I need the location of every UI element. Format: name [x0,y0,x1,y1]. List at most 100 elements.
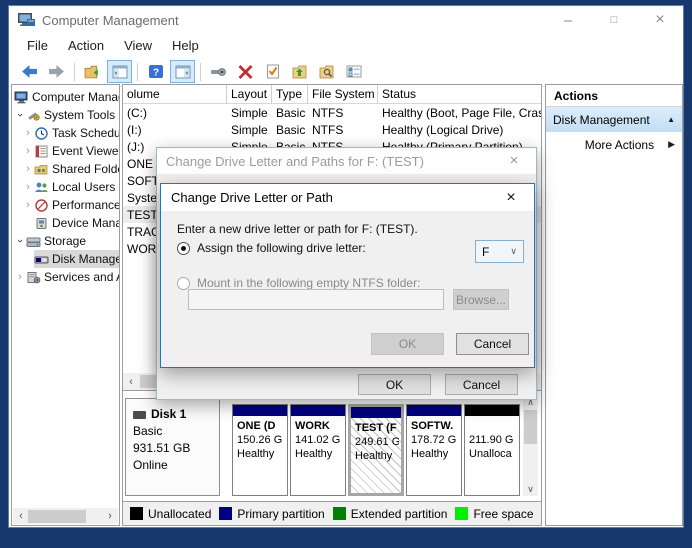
partition-name: TEST (F [355,422,397,434]
browse-button[interactable]: Browse... [453,289,509,310]
tree-item-shared-folders[interactable]: › Shared Folders [12,160,119,178]
dialog-title: Change Drive Letter or Path [171,190,333,205]
toolbar-check-document-button[interactable] [260,60,285,83]
disk-scrollbar-thumb[interactable] [524,410,537,444]
partition-name [469,419,517,433]
mount-path-input[interactable] [188,289,444,310]
column-header-file-system[interactable]: File System [308,85,378,104]
tree-item-disk-management[interactable]: Disk Management [12,250,119,268]
menu-help[interactable]: Help [162,38,209,53]
partition-block-work[interactable]: WORK 141.02 G Healthy [290,404,346,496]
expander-icon[interactable]: › [22,145,34,157]
toolbar-action-pane-button[interactable] [170,60,195,83]
expander-icon[interactable]: › [22,181,34,193]
tree-item-system-tools[interactable]: › System Tools [12,106,119,124]
disk-status: Online [133,458,168,472]
expander-icon[interactable]: › [22,127,34,139]
tree-item-label: Services and Applications [44,270,119,284]
tool-icon [211,68,226,76]
toolbar-folder-up-button[interactable] [287,60,312,83]
partition-block-test-selected[interactable]: TEST (F 249.61 G Healthy [348,404,404,496]
volume-row-i[interactable]: (I:) Simple Basic NTFS Healthy (Logical … [123,121,541,138]
expander-icon[interactable]: › [22,163,34,175]
partition-name: SOFTW. [411,420,454,432]
cancel-button[interactable]: Cancel [456,333,529,355]
partition-status: Healthy [237,448,275,460]
partition-block-unallocated[interactable]: 211.90 G Unalloca [464,404,520,496]
tree-item-computer-management[interactable]: Computer Management [12,88,119,106]
toolbar-console-tree-button[interactable] [107,60,132,83]
collapse-icon[interactable]: ▲ [667,115,675,124]
drive-letter-dropdown[interactable]: F ∨ [475,240,524,263]
dialog-cancel-button[interactable]: Cancel [445,374,518,395]
scroll-left-icon[interactable]: ‹ [123,376,139,388]
tree-item-storage[interactable]: › Storage [12,232,119,250]
more-actions-item[interactable]: More Actions ▶ [546,132,682,157]
dialog-title-bar: Change Drive Letter and Paths for F: (TE… [157,148,536,174]
expander-icon[interactable]: › [14,271,26,283]
volume-row-c[interactable]: (C:) Simple Basic NTFS Healthy (Boot, Pa… [123,104,541,121]
column-header-type[interactable]: Type [272,85,308,104]
toolbar-export-button[interactable] [80,60,105,83]
scroll-left-icon[interactable]: ‹ [13,510,29,522]
tree-item-local-users[interactable]: › Local Users and Groups [12,178,119,196]
minimize-button[interactable]: – [545,6,591,34]
close-button[interactable]: × [637,6,683,34]
radio-selected-icon[interactable] [177,241,190,255]
tree-item-device-manager[interactable]: Device Manager [12,214,119,232]
ok-button[interactable]: OK [371,333,444,355]
partition-block-softw[interactable]: SOFTW. 178.72 G Healthy [406,404,462,496]
volume-layout: Simple [231,122,268,137]
expander-icon[interactable]: › [14,235,26,247]
maximize-button[interactable]: □ [591,6,637,34]
disk-icon [133,410,146,419]
partition-size: 249.61 G [355,436,399,448]
mount-folder-radio-row[interactable]: Mount in the following empty NTFS folder… [177,276,420,290]
partition-block-one[interactable]: ONE (D 150.26 G Healthy [232,404,288,496]
dialog-close-button[interactable]: × [488,184,534,211]
dialog-close-button[interactable]: × [492,148,536,174]
toolbar-help-button[interactable]: ? [143,60,168,83]
title-bar: Computer Management – □ × [9,6,683,34]
disk-management-icon [34,256,49,263]
tree-item-services-applications[interactable]: › Services and Applications [12,268,119,286]
column-header-layout[interactable]: Layout [227,85,272,104]
disk1-info-panel[interactable]: Disk 1 Basic 931.51 GB Online [125,398,220,496]
actions-disk-management-group[interactable]: Disk Management ▲ [546,107,682,132]
computer-management-app-icon [18,12,35,26]
console-tree-pane: Computer Management › System Tools › Tas… [11,84,120,526]
menu-action[interactable]: Action [58,38,114,53]
storage-icon [26,237,41,247]
column-header-status[interactable]: Status [378,85,541,104]
tree-item-event-viewer[interactable]: › Event Viewer [12,142,119,160]
toolbar-forward-button[interactable] [44,60,69,83]
toolbar-tool-button[interactable] [206,60,231,83]
toolbar-properties-button[interactable] [341,60,366,83]
partition-status: Healthy [355,450,393,462]
scroll-down-icon[interactable]: ∨ [523,484,538,495]
toolbar-back-button[interactable] [17,60,42,83]
disk-vertical-scrollbar[interactable]: ∧ ∨ [523,396,538,496]
help-icon: ? [148,65,163,79]
menu-file[interactable]: File [17,38,58,53]
radio-unselected-icon[interactable] [177,276,190,290]
dialog-title-bar: Change Drive Letter or Path × [161,184,534,211]
expander-icon[interactable]: › [14,109,26,121]
dialog-title: Change Drive Letter and Paths for F: (TE… [166,153,424,169]
tree-item-performance[interactable]: › Performance [12,196,119,214]
unallocated-swatch [130,507,143,520]
actions-header: Actions [546,85,682,107]
menu-view[interactable]: View [114,38,162,53]
volume-fs: NTFS [312,122,344,137]
dialog-ok-button[interactable]: OK [358,374,431,395]
toolbar-folder-search-button[interactable] [314,60,339,83]
assign-drive-letter-radio-row[interactable]: Assign the following drive letter: [177,241,366,255]
tree-item-task-scheduler[interactable]: › Task Scheduler [12,124,119,142]
partition-name: ONE (D [237,420,276,432]
tree-scrollbar-thumb[interactable] [28,510,86,523]
column-header-volume[interactable]: olume [123,85,227,104]
scroll-right-icon[interactable]: › [102,510,118,522]
toolbar-delete-button[interactable] [233,60,258,83]
expander-icon[interactable]: › [22,199,34,211]
partition-legend: Unallocated Primary partition Extended p… [123,501,541,525]
